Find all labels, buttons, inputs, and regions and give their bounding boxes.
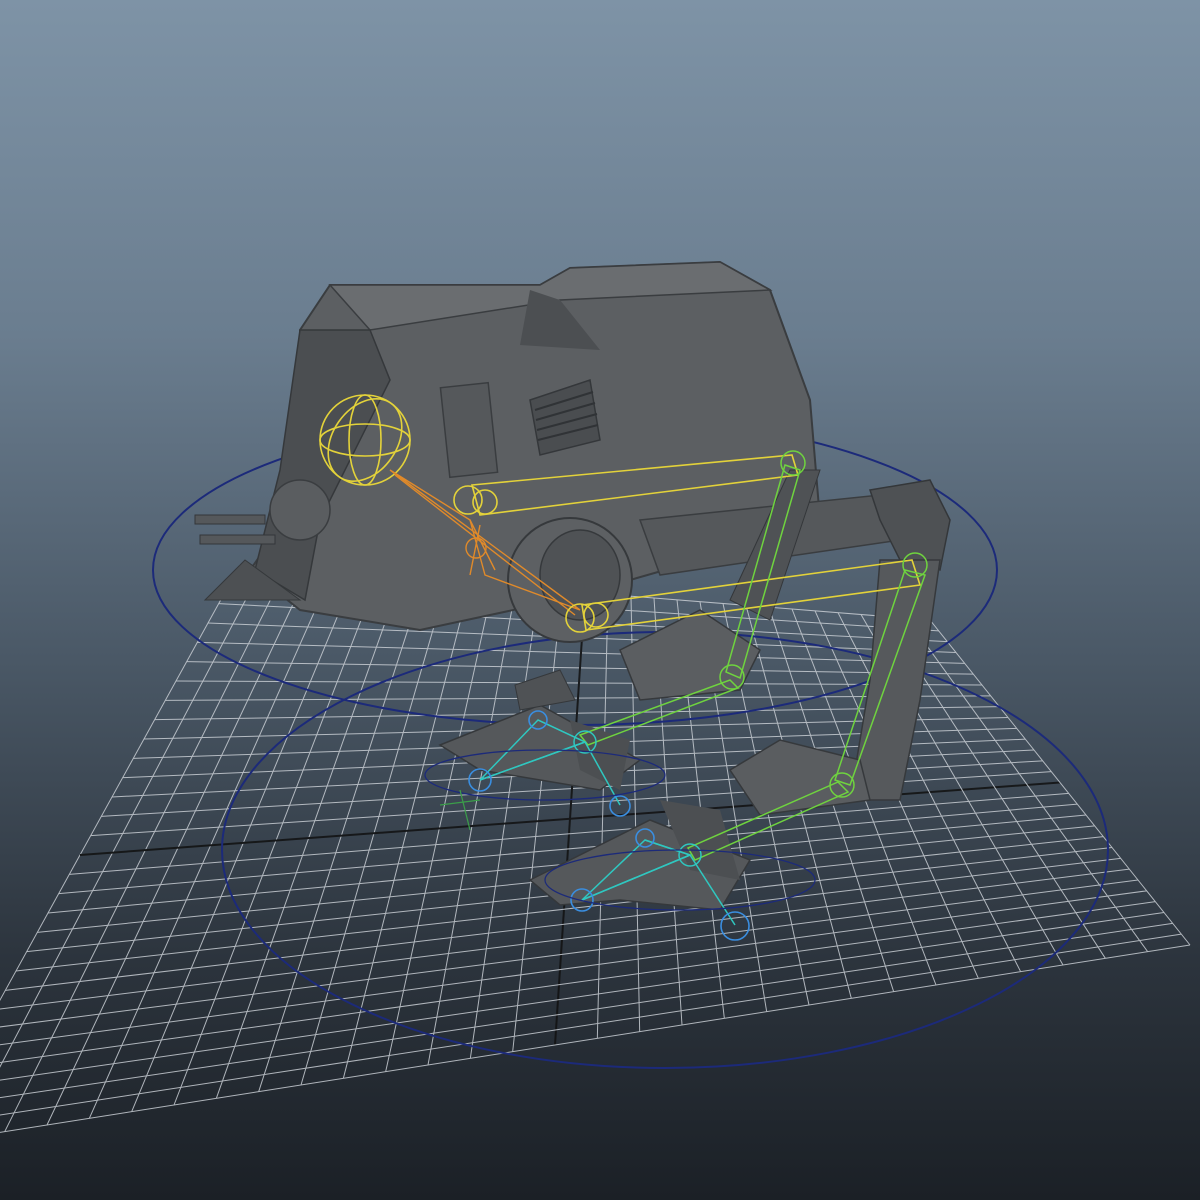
- grid-line: [0, 912, 1165, 1081]
- grid-line: [0, 901, 1156, 1063]
- scene-canvas[interactable]: [0, 0, 1200, 1200]
- grid-line: [0, 566, 264, 1068]
- 3d-viewport[interactable]: [0, 0, 1200, 1200]
- grid-line: [0, 564, 241, 1002]
- walker-body-mesh[interactable]: [194, 260, 951, 911]
- grid-line: [0, 944, 1191, 1133]
- rear-foot: [528, 800, 752, 911]
- grid-line: [906, 617, 1149, 952]
- grid-line: [929, 619, 1191, 946]
